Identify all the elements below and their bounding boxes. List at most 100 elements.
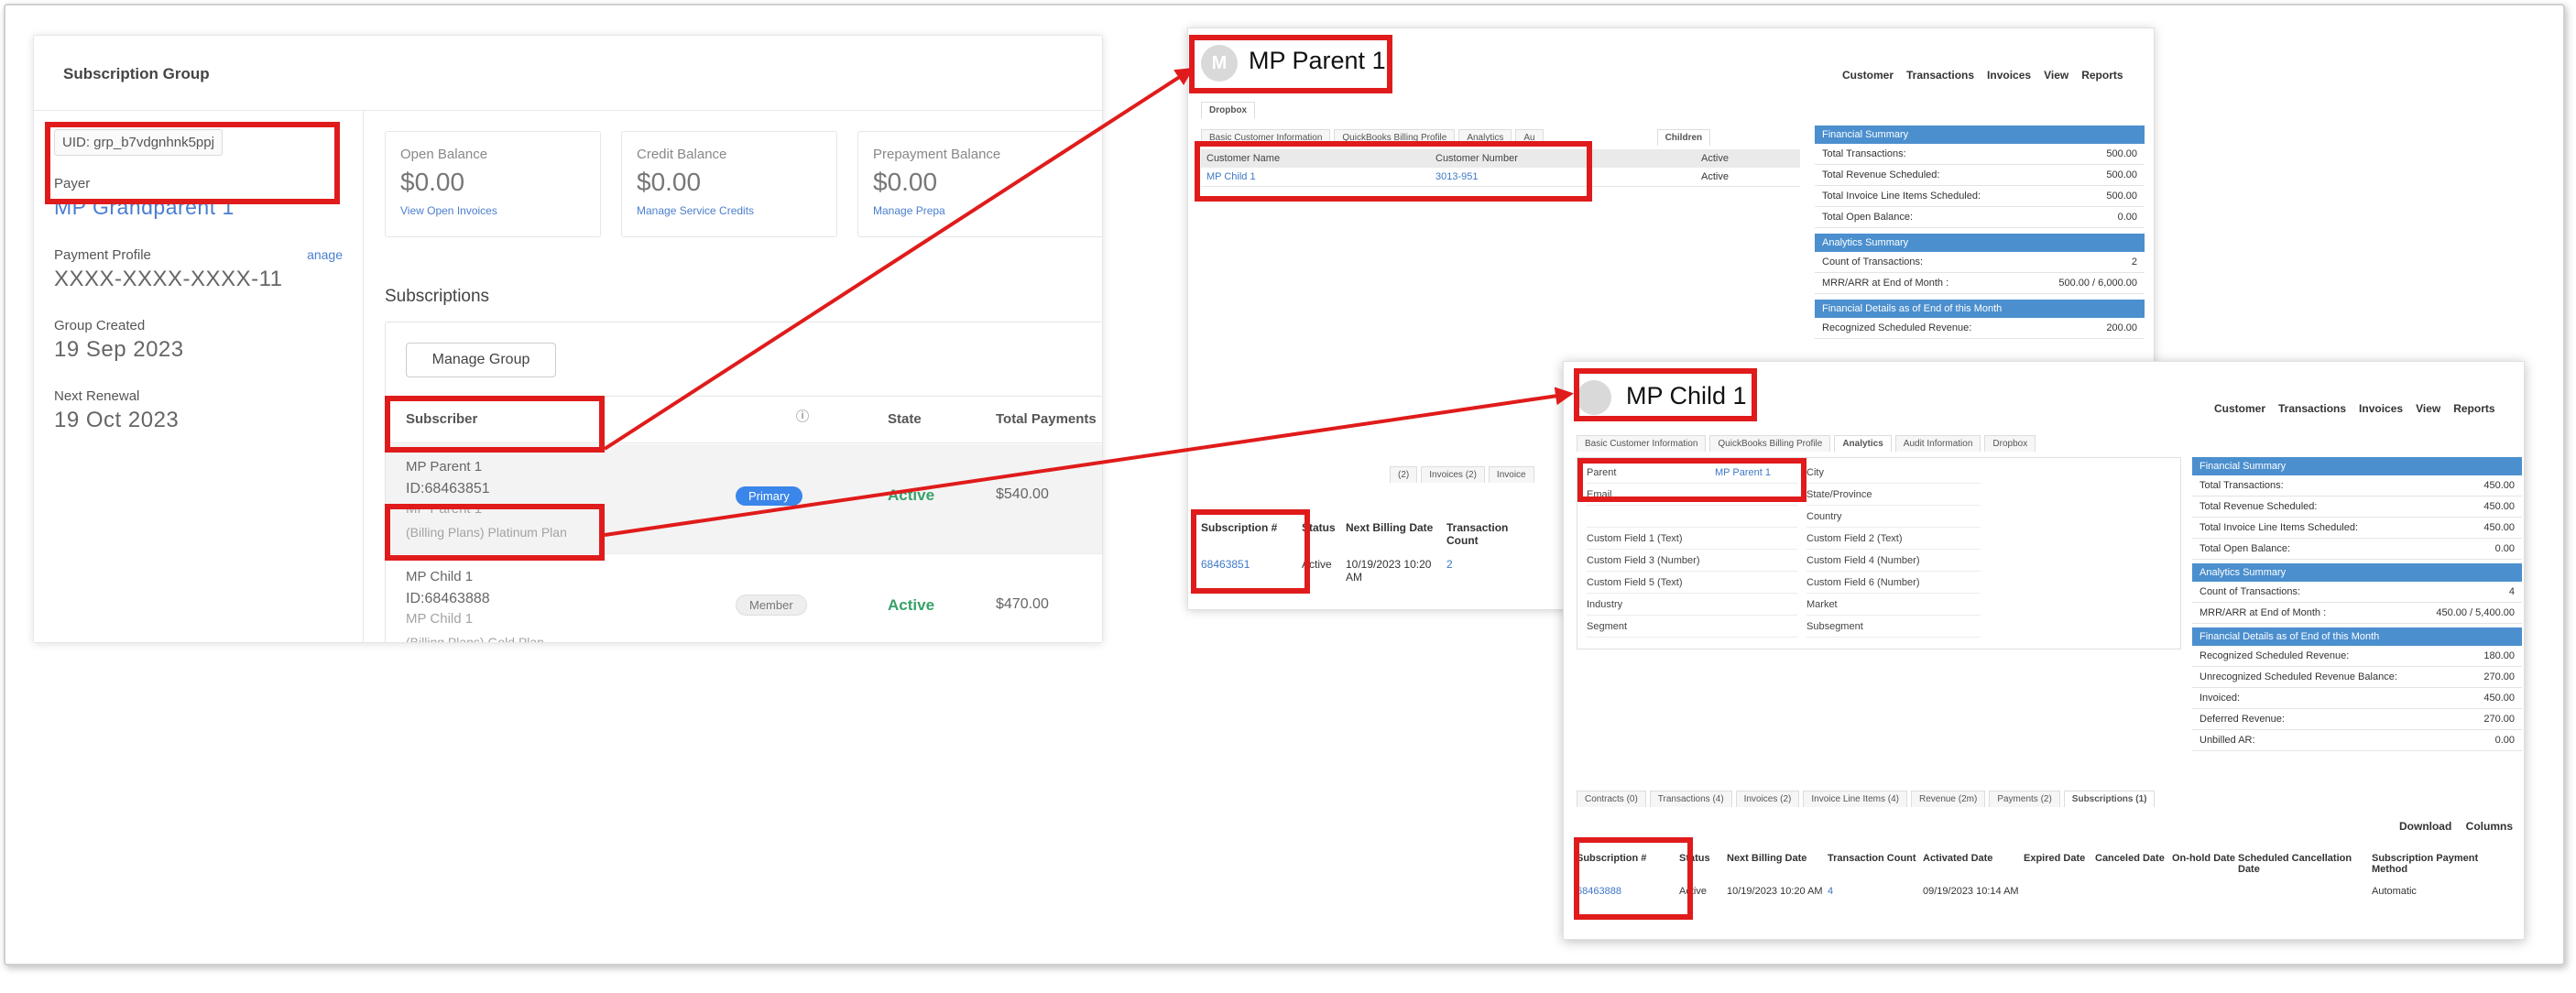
fields-right-column: City State/Province Country Custom Field… <box>1806 462 1981 638</box>
nav-view[interactable]: View <box>2044 69 2068 82</box>
tab-invoices[interactable]: Invoices (2) <box>1421 466 1485 483</box>
manage-group-button[interactable]: Manage Group <box>406 343 556 377</box>
nav-reports[interactable]: Reports <box>2453 402 2494 415</box>
child-subscription-highlight-box <box>1574 837 1693 920</box>
child-parent-field-highlight-box <box>1577 458 1806 502</box>
tab-invoices[interactable]: Invoices (2) <box>1735 791 1800 807</box>
activated-date: 09/19/2023 10:14 AM <box>1923 886 2019 897</box>
annotated-screenshot: Subscription Group UID: grp_b7vdgnhnk5pp… <box>0 0 2576 993</box>
credit-balance-card: Credit Balance $0.00 Manage Service Cred… <box>621 131 837 237</box>
table-header: Subscription # Status Next Billing Date … <box>1577 853 2511 875</box>
tab-transactions[interactable]: Transactions (4) <box>1649 791 1732 807</box>
manage-prepayments-link[interactable]: Manage Prepa <box>873 204 1098 217</box>
parent-id-highlight-box <box>385 396 605 453</box>
subscriber-under: MP Child 1 <box>406 611 474 627</box>
tab-analytics[interactable]: Analytics <box>1834 435 1892 452</box>
nav-invoices[interactable]: Invoices <box>2359 402 2403 415</box>
child-title-highlight-box <box>1574 368 1757 421</box>
canceled-date <box>2095 886 2172 897</box>
panel-title: Subscription Group <box>34 36 1102 111</box>
tab-dropbox[interactable]: Dropbox <box>1984 435 2036 452</box>
bottom-tab-row: (2) Invoices (2) Invoice <box>1390 466 1538 485</box>
tab-basic-info[interactable]: Basic Customer Information <box>1577 435 1707 452</box>
subscriber-id: ID:68463888 <box>406 591 490 606</box>
tab-audit[interactable]: Audit Information <box>1894 435 1981 452</box>
child-active: Active <box>1701 171 1729 182</box>
tab-invoice-line-items[interactable]: Invoice Line Items (4) <box>1803 791 1907 807</box>
field-row: Industry <box>1587 594 1797 616</box>
tab-payments[interactable]: Payments (2) <box>1989 791 2060 807</box>
tab-contracts[interactable]: Contracts (0) <box>1577 791 1646 807</box>
table-toolbar: Download Columns <box>2399 820 2513 833</box>
subscriber-name[interactable]: MP Child 1 <box>406 569 473 584</box>
tab-children[interactable]: Children <box>1656 129 1711 146</box>
summary-row: Recognized Scheduled Revenue: 200.00 <box>1815 318 2145 339</box>
nav-reports[interactable]: Reports <box>2081 69 2123 82</box>
summary-row: Total Revenue Scheduled: 500.00 <box>1815 165 2145 186</box>
tab-bottom[interactable]: (2) <box>1390 466 1418 483</box>
subscriber-id: ID:68463851 <box>406 481 490 496</box>
tab-invoice-lines[interactable]: Invoice <box>1488 466 1534 483</box>
col-active: Active <box>1701 153 1729 164</box>
child-customer-window: MP Child 1 Customer Transactions Invoices V… <box>1563 361 2525 940</box>
field-label: State/Province <box>1806 484 1981 506</box>
nav-transactions[interactable]: Transactions <box>1906 69 1974 82</box>
transaction-count-link[interactable]: 2 <box>1446 558 1529 584</box>
nav-invoices[interactable]: Invoices <box>1987 69 2031 82</box>
role-badge-primary: Primary <box>736 486 802 506</box>
field-label: Custom Field 4 (Number) <box>1806 550 1981 572</box>
col-state: State <box>888 411 922 427</box>
col-expired: Expired Date <box>2024 853 2086 864</box>
transaction-count-link[interactable]: 4 <box>1828 886 1923 897</box>
table-row[interactable]: MP Child 1 ID:68463888 MP Child 1 (Billi… <box>386 554 1102 642</box>
view-open-invoices-link[interactable]: View Open Invoices <box>400 204 585 217</box>
field-label: City <box>1806 462 1981 484</box>
field-label: Custom Field 3 (Number) <box>1587 554 1700 566</box>
summary-row: MRR/ARR at End of Month :450.00 / 5,400.… <box>2192 603 2522 624</box>
summary-row: Total Invoice Line Items Scheduled: 450.0… <box>2192 518 2522 539</box>
nav-customer[interactable]: Customer <box>1842 69 1894 82</box>
field-label: Country <box>1806 506 1981 528</box>
table-row[interactable]: 68463888 Active 10/19/2023 10:20 AM 4 09… <box>1577 886 2511 897</box>
nav-view[interactable]: View <box>2416 402 2440 415</box>
tab-revenue[interactable]: Revenue (2m) <box>1910 791 1986 807</box>
tab-quickbooks[interactable]: QuickBooks Billing Profile <box>1709 435 1831 452</box>
parent-subscription-highlight-box <box>1191 509 1310 594</box>
tab-row: Basic Customer Information QuickBooks Bil… <box>1577 435 2039 453</box>
next-billing-date: 10/19/2023 10:20 AM <box>1727 886 1823 897</box>
children-row-highlight-box <box>1195 141 1592 202</box>
field-label: Custom Field 2 (Text) <box>1806 528 1981 550</box>
tab-subscriptions[interactable]: Subscriptions (1) <box>2063 791 2156 807</box>
summary-row: Recognized Scheduled Revenue: 180.00 <box>2192 646 2522 667</box>
card-title: Open Balance <box>400 147 488 162</box>
payment-method: Automatic <box>2372 886 2417 897</box>
field-label: Market <box>1806 594 1981 616</box>
manage-service-credits-link[interactable]: Manage Service Credits <box>637 204 822 217</box>
download-button[interactable]: Download <box>2399 820 2451 833</box>
subscriber-name[interactable]: MP Parent 1 <box>406 459 482 475</box>
expired-date <box>2024 886 2095 897</box>
nav-customer[interactable]: Customer <box>2214 402 2265 415</box>
field-row: Custom Field 1 (Text) <box>1587 528 1797 550</box>
summary-row: Total Open Balance: 0.00 <box>2192 539 2522 560</box>
summary-row: Total Open Balance: 0.00 <box>1815 207 2145 228</box>
info-icon[interactable]: i <box>796 409 809 422</box>
analytics-summary-header: Analytics Summary <box>1815 234 2145 252</box>
summary-row: Total Transactions: 450.00 <box>2192 475 2522 496</box>
summary-row: MRR/ARR at End of Month :500.00 / 6,000.… <box>1815 273 2145 294</box>
nav-transactions[interactable]: Transactions <box>2278 402 2346 415</box>
financial-details-header: Financial Details as of End of this Mont… <box>1815 300 2145 318</box>
tab-dropbox[interactable]: Dropbox <box>1201 102 1256 118</box>
field-label: Segment <box>1587 620 1628 632</box>
card-value: $0.00 <box>400 168 465 196</box>
col-next-billing: Next Billing Date <box>1346 521 1434 534</box>
manage-payment-profile-link[interactable]: anage <box>307 247 343 263</box>
col-on-hold: On-hold Date <box>2172 853 2236 864</box>
columns-button[interactable]: Columns <box>2466 820 2513 833</box>
card-value: $0.00 <box>873 168 938 196</box>
financial-panels: Financial Summary Total Transactions: 450… <box>2192 457 2522 751</box>
field-row: Custom Field 5 (Text) <box>1587 572 1797 594</box>
total-payments: $470.00 <box>996 596 1049 612</box>
state-badge: Active <box>888 486 935 504</box>
bottom-tab-row: Contracts (0) Transactions (4) Invoices (2… <box>1577 791 2158 809</box>
